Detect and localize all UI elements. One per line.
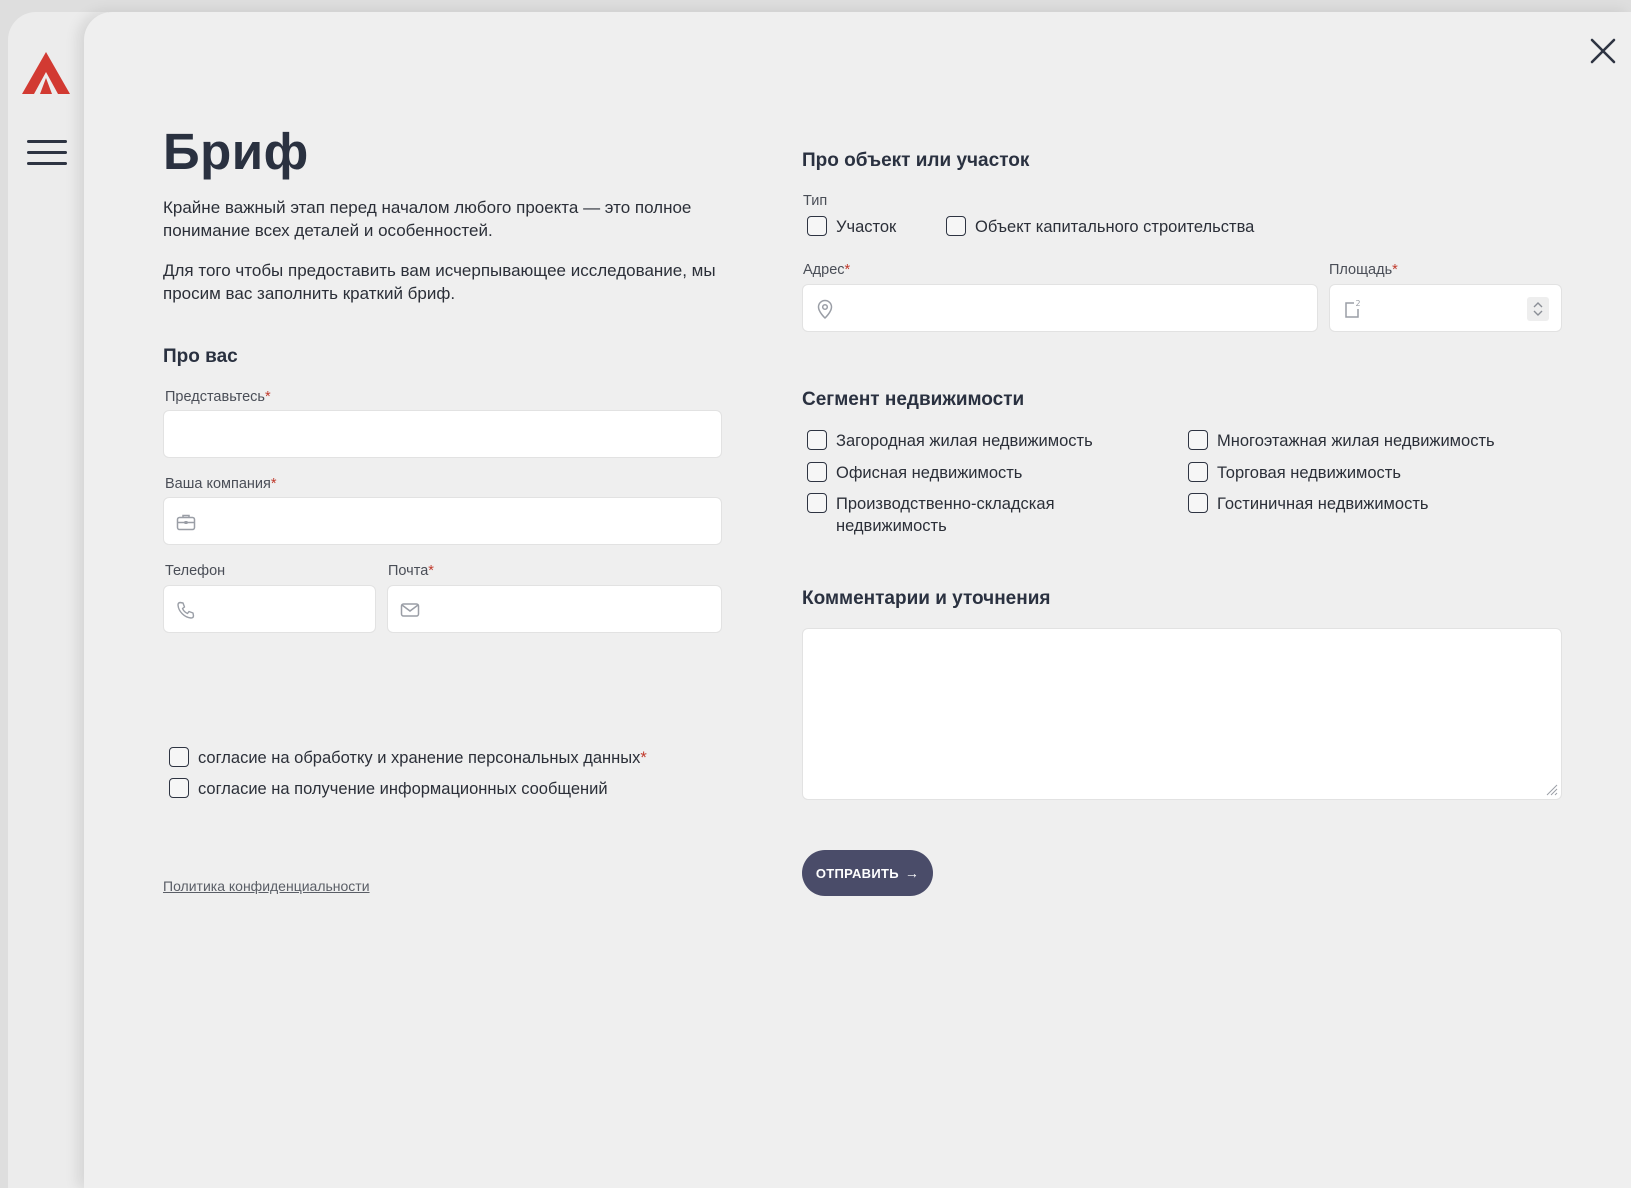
phone-label: Телефон [165,563,226,579]
stepper-arrows-icon [1533,302,1543,316]
phone-icon [177,601,195,619]
segment-office[interactable]: Офисная недвижимость [807,462,1022,484]
svg-text:2: 2 [1356,299,1361,308]
address-input[interactable] [802,284,1318,332]
company-input[interactable] [163,497,722,545]
about-section-title: Про вас [163,346,238,367]
name-input[interactable] [163,410,722,458]
segment-country-residential[interactable]: Загородная жилая недвижимость [807,430,1093,452]
segment-retail-checkbox[interactable] [1188,462,1208,482]
area-label: Площадь* [1329,262,1398,278]
type-plot-checkbox[interactable] [807,216,827,236]
consent-personal-data[interactable]: согласие на обработку и хранение персона… [169,747,647,769]
object-section-title: Про объект или участок [802,150,1030,171]
type-option-capital-construction[interactable]: Объект капитального строительства [946,216,1254,238]
privacy-policy-link[interactable]: Политика конфиденциальности [163,878,370,894]
segment-industrial-warehouse[interactable]: Производственно-складская недвижимость [807,493,1107,537]
consent-newsletter[interactable]: согласие на получение информационных соо… [169,778,608,800]
segment-office-checkbox[interactable] [807,462,827,482]
comments-section-title: Комментарии и уточнения [802,588,1051,609]
location-pin-icon [817,299,833,320]
type-label: Тип [803,193,828,209]
type-option-plot[interactable]: Участок [807,216,896,238]
company-label: Ваша компания* [165,476,277,492]
email-input[interactable] [387,585,722,633]
arrow-right-icon: → [904,865,920,881]
mail-icon [400,603,420,617]
comments-textarea[interactable] [802,628,1562,800]
email-label: Почта* [388,563,434,579]
page-title: Бриф [163,123,309,180]
address-label: Адрес* [803,262,851,278]
briefcase-icon [176,514,196,531]
close-icon[interactable] [1588,36,1618,66]
segment-multistorey-checkbox[interactable] [1188,430,1208,450]
segment-hotel-checkbox[interactable] [1188,493,1208,513]
area-square-icon: 2 [1345,299,1361,318]
segment-section-title: Сегмент недвижимости [802,389,1025,410]
resize-handle-icon[interactable] [1544,782,1558,796]
menu-icon[interactable] [27,140,67,168]
area-input[interactable]: 2 [1329,284,1562,332]
intro-paragraph-1: Крайне важный этап перед началом любого … [163,198,692,240]
type-capital-checkbox[interactable] [946,216,966,236]
logo-icon[interactable] [22,52,70,94]
phone-input[interactable] [163,585,376,633]
area-stepper[interactable] [1527,297,1549,321]
submit-button[interactable]: ОТПРАВИТЬ → [802,850,933,896]
segment-industrial-checkbox[interactable] [807,493,827,513]
segment-retail[interactable]: Торговая недвижимость [1188,462,1401,484]
name-label: Представьтесь* [165,389,271,405]
consent-newsletter-checkbox[interactable] [169,778,189,798]
intro-paragraph-2: Для того чтобы предоставить вам исчерпыв… [163,261,716,303]
segment-multistorey-residential[interactable]: Многоэтажная жилая недвижимость [1188,430,1495,452]
segment-country-residential-checkbox[interactable] [807,430,827,450]
consent-personal-data-checkbox[interactable] [169,747,189,767]
segment-hotel[interactable]: Гостиничная недвижимость [1188,493,1428,515]
